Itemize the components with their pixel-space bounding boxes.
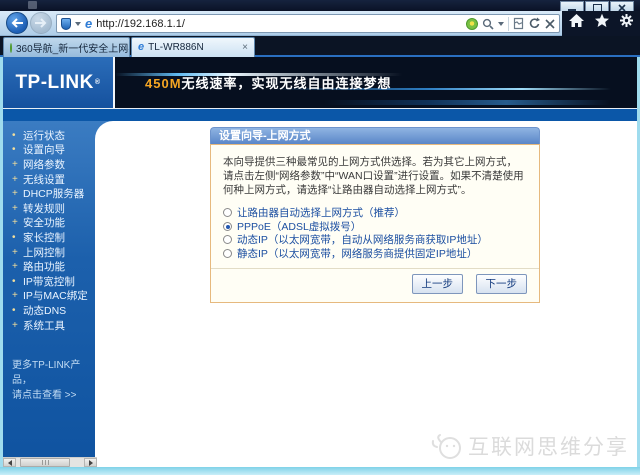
site-header: TP-LINK ® 450M无线速率，实现无线自由连接梦想 (3, 57, 637, 109)
browser-chrome: e http://192.168.1.1/ (0, 11, 640, 36)
menu-frame-hscrollbar[interactable] (3, 457, 97, 467)
minimize-icon (568, 9, 576, 11)
tplink-logo: TP-LINK ® (3, 57, 115, 108)
forward-button[interactable] (30, 12, 52, 34)
stop-icon[interactable] (545, 18, 555, 29)
command-bar (568, 13, 634, 28)
sidebar-item-dhcp-server[interactable]: + DHCP服务器 (12, 186, 95, 201)
tab-label: 360导航_新一代安全上网导航 (16, 44, 129, 55)
sidebar-more-products-link[interactable]: 更多TP-LINK产品， 请点击查看 >> (12, 358, 95, 403)
prev-step-button[interactable]: 上一步 (411, 274, 464, 294)
compatibility-view-icon[interactable] (513, 17, 524, 30)
sidebar-item-bandwidth-control[interactable]: • IP带宽控制 (12, 274, 95, 289)
sidebar-item-ip-mac-binding[interactable]: + IP与MAC绑定 (12, 289, 95, 304)
option-dynamic-ip[interactable]: 动态IP（以太网宽带，自动从网络服务商获取IP地址） (223, 233, 527, 247)
expand-icon: + (12, 202, 18, 214)
content-area: 设置向导-上网方式 本向导提供三种最常见的上网方式供选择。若为其它上网方式，请点… (95, 121, 637, 467)
sidebar-item-system-tools[interactable]: + 系统工具 (12, 318, 95, 333)
panel-title: 设置向导-上网方式 (210, 127, 540, 144)
refresh-icon[interactable] (528, 17, 541, 30)
window-border-left (0, 57, 3, 475)
sidebar-item-routing[interactable]: + 路由功能 (12, 259, 95, 274)
home-icon[interactable] (568, 13, 585, 28)
panel-body: 本向导提供三种最常见的上网方式供选择。若为其它上网方式，请点击左侧“网络参数”中… (210, 144, 540, 303)
expand-icon: + (12, 188, 18, 200)
sidebar-item-security[interactable]: + 安全功能 (12, 216, 95, 231)
sidebar-item-network-params[interactable]: + 网络参数 (12, 157, 95, 172)
radio-icon[interactable] (223, 235, 232, 245)
expand-icon: + (12, 290, 18, 302)
tab-360-nav[interactable]: 360导航_新一代安全上网导航 (3, 37, 130, 57)
expand-icon: + (12, 261, 18, 273)
tab-strip: 360导航_新一代安全上网导航 e TL-WR886N × (0, 36, 640, 57)
next-step-button[interactable]: 下一步 (475, 274, 527, 294)
bullet-icon: • (12, 144, 16, 156)
option-pppoe[interactable]: PPPoE（ADSL虚拟拨号） (223, 220, 527, 234)
option-static-ip[interactable]: 静态IP（以太网宽带，网络服务商提供固定IP地址） (223, 247, 527, 261)
site-shield-icon[interactable] (61, 17, 71, 30)
address-dropdown-icon[interactable] (75, 21, 81, 26)
tools-gear-icon[interactable] (619, 13, 634, 28)
bullet-icon: • (12, 231, 16, 243)
expand-icon: + (12, 158, 18, 170)
ie-favicon: e (138, 41, 145, 53)
sidebar-item-access-control[interactable]: + 上网控制 (12, 245, 95, 260)
bullet-icon: • (12, 129, 16, 141)
search-icon[interactable] (482, 18, 494, 30)
app-icon (28, 1, 37, 9)
sidebar-item-forwarding-rules[interactable]: + 转发规则 (12, 201, 95, 216)
window-titlebar (0, 0, 640, 14)
main-row: • 运行状态 • 设置向导 + 网络参数 + 无线设置 + DHCP服务器 + 转发规则 +… (3, 121, 637, 467)
wizard-panel: 设置向导-上网方式 本向导提供三种最常见的上网方式供选择。若为其它上网方式，请点… (210, 127, 540, 303)
page-viewport: TP-LINK ® 450M无线速率，实现无线自由连接梦想 • 运行状态 • 设置向导… (3, 57, 637, 467)
window-border-bottom (0, 467, 640, 475)
expand-icon: + (12, 217, 18, 229)
expand-icon: + (12, 173, 18, 185)
scroll-right-button[interactable] (84, 458, 97, 467)
sidebar-item-running-status[interactable]: • 运行状态 (12, 128, 95, 143)
search-dropdown-icon[interactable] (498, 21, 504, 26)
tab-router-active[interactable]: e TL-WR886N × (131, 37, 255, 57)
bullet-icon: • (12, 275, 16, 287)
scroll-left-icon (7, 459, 12, 466)
tab-close-icon[interactable]: × (242, 42, 248, 53)
wizard-intro-text: 本向导提供三种最常见的上网方式供选择。若为其它上网方式，请点击左侧“网络参数”中… (223, 156, 524, 196)
option-auto-detect[interactable]: 让路由器自动选择上网方式（推荐） (223, 206, 527, 220)
scrollbar-thumb[interactable] (20, 458, 70, 467)
browser-window: e http://192.168.1.1/ 360导航_新一代安全上网导航 e … (0, 0, 640, 475)
radio-icon-selected[interactable] (223, 221, 232, 231)
sidebar-item-parental-control[interactable]: • 家长控制 (12, 230, 95, 245)
sidebar-menu: • 运行状态 • 设置向导 + 网络参数 + 无线设置 + DHCP服务器 + 转发规则 +… (3, 121, 95, 457)
watermark-cat-icon (431, 433, 461, 459)
forward-arrow-icon (35, 18, 47, 28)
sidebar-item-wireless-settings[interactable]: + 无线设置 (12, 172, 95, 187)
thumb-grip-icon (41, 460, 49, 465)
ie-favicon: e (85, 16, 93, 31)
expand-icon: + (12, 246, 18, 258)
scrollbar-track[interactable] (16, 458, 84, 467)
back-arrow-icon (11, 18, 23, 28)
back-button[interactable] (6, 12, 28, 34)
scroll-left-button[interactable] (3, 458, 16, 467)
bullet-icon: • (12, 304, 16, 316)
360-favicon (10, 42, 12, 53)
header-divider-strip (3, 109, 637, 121)
expand-icon: + (12, 319, 18, 331)
favorites-star-icon[interactable] (594, 13, 610, 28)
banner-slogan: 450M无线速率，实现无线自由连接梦想 (145, 76, 392, 91)
sidebar-item-ddns[interactable]: • 动态DNS (12, 303, 95, 318)
radio-icon[interactable] (223, 248, 232, 258)
url-text[interactable]: http://192.168.1.1/ (96, 18, 185, 30)
360-security-icon[interactable] (466, 17, 478, 30)
scroll-right-icon (88, 459, 93, 466)
address-bar[interactable]: e http://192.168.1.1/ (56, 14, 560, 33)
watermark: 互联网思维分享 (430, 431, 629, 461)
tab-label: TL-WR886N (148, 42, 204, 53)
header-banner: 450M无线速率，实现无线自由连接梦想 (115, 57, 637, 108)
radio-icon[interactable] (223, 208, 232, 218)
sidebar-item-setup-wizard[interactable]: • 设置向导 (12, 143, 95, 158)
